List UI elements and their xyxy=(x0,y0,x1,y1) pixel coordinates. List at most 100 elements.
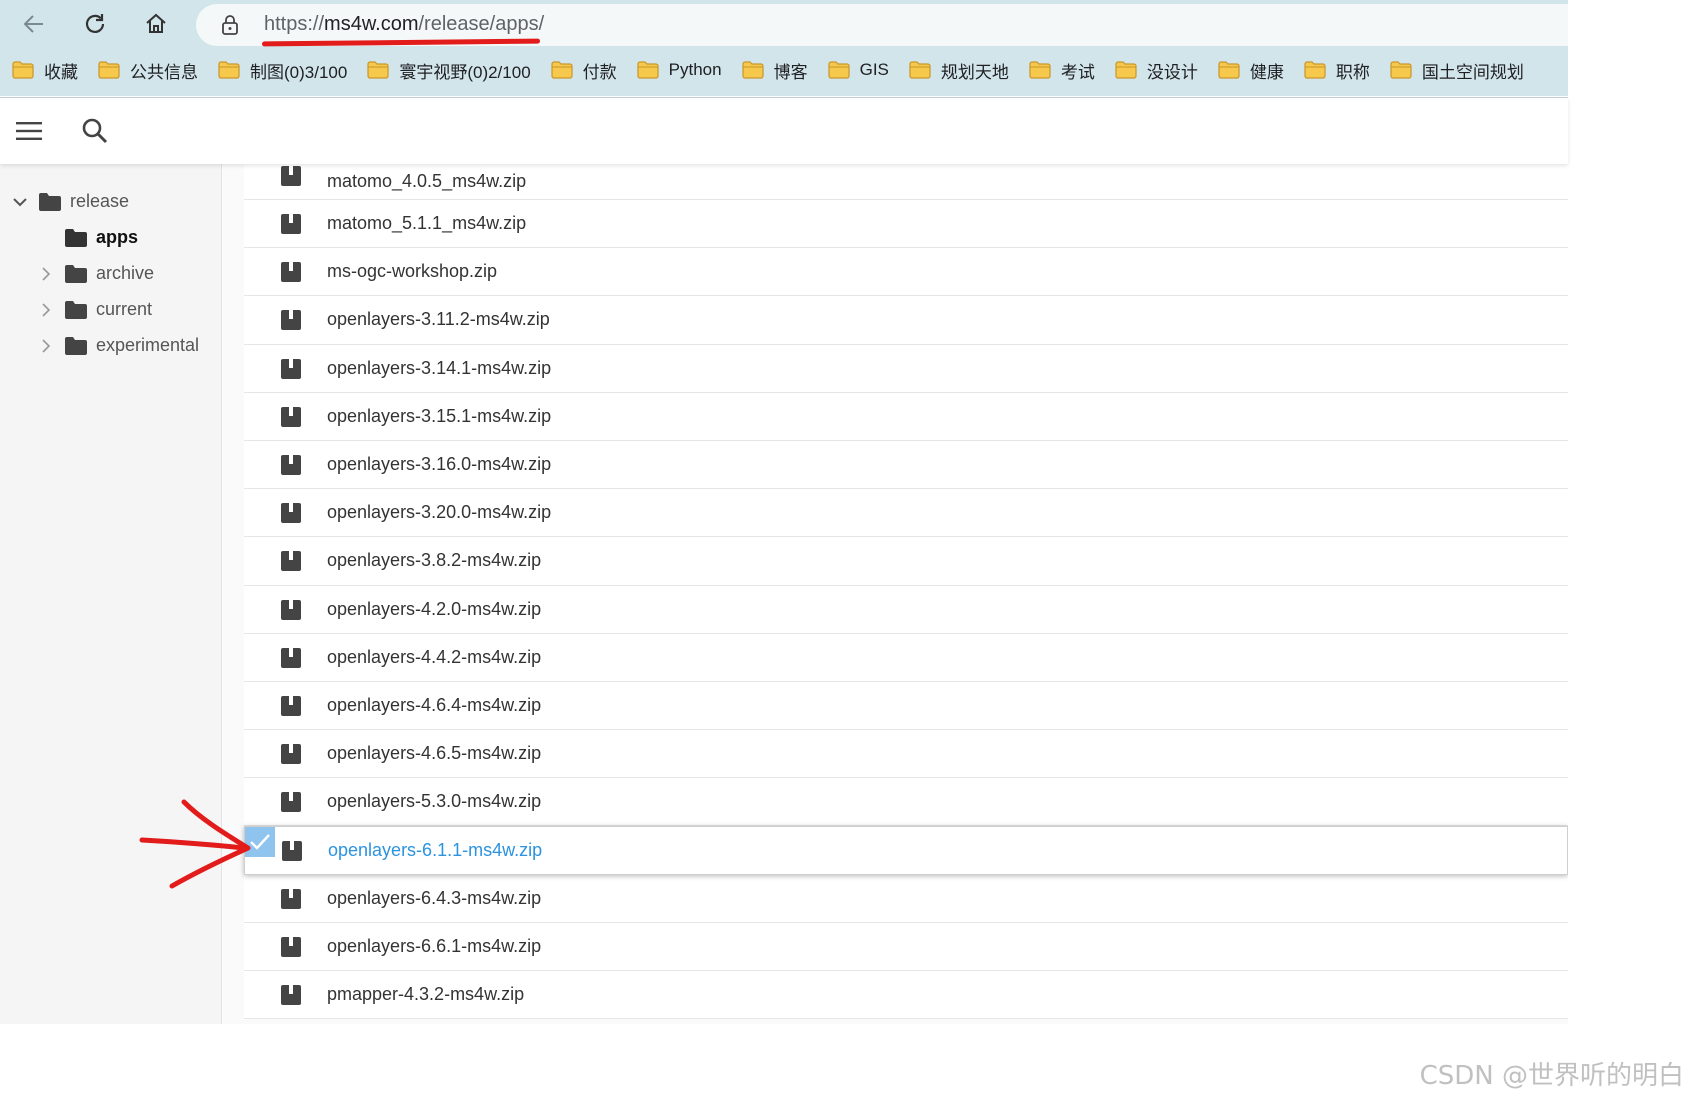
file-name-link[interactable]: openlayers-4.2.0-ms4w.zip xyxy=(327,599,541,620)
archive-file-icon xyxy=(280,888,302,915)
file-row[interactable]: openlayers-3.16.0-ms4w.zip xyxy=(244,440,1568,490)
folder-icon xyxy=(12,61,34,79)
file-row[interactable]: pmapper-4.3.2-ms4w.zip xyxy=(244,971,1568,1020)
file-name-link[interactable]: openlayers-4.4.2-ms4w.zip xyxy=(327,647,541,668)
file-list-pane: matomo_4.0.5_ms4w.zip matomo_5.1.1_ms4w.z… xyxy=(222,164,1568,1024)
tree-node-label: experimental xyxy=(96,335,200,355)
home-button[interactable] xyxy=(136,6,176,42)
file-row[interactable]: openlayers-5.3.0-ms4w.zip xyxy=(244,778,1568,827)
red-underline-annotation xyxy=(261,38,541,47)
file-name-link[interactable]: openlayers-3.11.2-ms4w.zip xyxy=(327,309,550,330)
bookmark-item[interactable]: 规划天地 xyxy=(897,54,1017,86)
folder-icon xyxy=(1218,61,1240,79)
bookmark-label: 付款 xyxy=(582,62,617,82)
bookmark-item[interactable]: 博客 xyxy=(730,54,816,86)
file-row[interactable]: openlayers-4.4.2-ms4w.zip xyxy=(244,633,1568,682)
file-row-selected[interactable]: openlayers-6.1.1-ms4w.zip xyxy=(244,826,1568,875)
bookmark-item[interactable]: 寰宇视野(0)2/100 xyxy=(355,54,538,86)
bookmark-label: 国土空间规划 xyxy=(1421,62,1524,82)
bookmark-item[interactable]: 收藏 xyxy=(0,54,86,86)
url-host: ms4w.com xyxy=(324,13,419,35)
back-arrow-icon xyxy=(23,15,43,33)
tree-node-current[interactable]: current xyxy=(38,299,152,320)
bookmark-item[interactable]: Python xyxy=(625,54,730,86)
archive-file-icon xyxy=(280,454,302,481)
search-button[interactable] xyxy=(80,116,110,151)
folder-icon xyxy=(1115,61,1137,79)
file-row[interactable]: openlayers-3.14.1-ms4w.zip xyxy=(244,344,1568,393)
file-row[interactable]: matomo_4.0.5_ms4w.zip xyxy=(244,164,1568,200)
bookmark-item[interactable]: 国土空间规划 xyxy=(1378,54,1532,86)
address-bar[interactable]: https://ms4w.com/release/apps/ xyxy=(196,4,1568,47)
file-name-link[interactable]: openlayers-3.8.2-ms4w.zip xyxy=(327,550,541,571)
file-row[interactable]: openlayers-4.6.4-ms4w.zip xyxy=(244,681,1568,731)
file-row[interactable]: openlayers-6.4.3-ms4w.zip xyxy=(244,874,1568,923)
chevron-right-icon[interactable] xyxy=(38,338,54,353)
bookmark-label: 制图(0)3/100 xyxy=(250,62,348,82)
file-name-link[interactable]: openlayers-4.6.5-ms4w.zip xyxy=(327,743,541,764)
folder-icon xyxy=(1029,61,1051,79)
file-row[interactable]: ms-ogc-workshop.zip xyxy=(244,248,1568,297)
tree-node-label: apps xyxy=(96,227,139,247)
file-row[interactable]: openlayers-4.6.5-ms4w.zip xyxy=(244,730,1568,779)
file-row[interactable]: openlayers-3.8.2-ms4w.zip xyxy=(244,537,1568,586)
watermark: CSDN @世界听的明白 xyxy=(1419,1061,1684,1091)
bookmark-item[interactable]: GIS xyxy=(816,54,897,86)
archive-file-icon xyxy=(280,213,302,240)
reload-icon xyxy=(85,14,105,33)
reload-button[interactable] xyxy=(75,6,115,42)
tree-node-archive[interactable]: archive xyxy=(38,263,154,284)
file-name-link[interactable]: openlayers-3.14.1-ms4w.zip xyxy=(327,358,551,379)
hamburger-menu-button[interactable] xyxy=(14,119,44,148)
url-text[interactable]: https://ms4w.com/release/apps/ xyxy=(264,13,544,36)
bookmark-item[interactable]: 没设计 xyxy=(1103,54,1206,86)
chevron-right-icon[interactable] xyxy=(38,302,54,317)
file-name-link[interactable]: openlayers-3.16.0-ms4w.zip xyxy=(327,454,551,475)
file-name-link[interactable]: openlayers-4.6.4-ms4w.zip xyxy=(327,695,541,716)
tree-node-label: archive xyxy=(96,263,155,283)
home-icon xyxy=(146,13,166,33)
bookmark-label: 没设计 xyxy=(1146,62,1198,82)
folder-icon xyxy=(65,300,87,319)
bookmark-item[interactable]: 职称 xyxy=(1292,54,1378,86)
file-row[interactable]: openlayers-6.6.1-ms4w.zip xyxy=(244,922,1568,971)
file-row[interactable]: matomo_5.1.1_ms4w.zip xyxy=(244,200,1568,249)
tree-node-release[interactable]: release xyxy=(12,191,129,212)
archive-file-icon xyxy=(281,840,303,867)
chevron-down-icon[interactable] xyxy=(12,197,28,207)
file-row[interactable]: openlayers-3.20.0-ms4w.zip xyxy=(244,489,1568,538)
file-name-link[interactable]: ms-ogc-workshop.zip xyxy=(327,261,497,282)
file-name-link[interactable]: matomo_5.1.1_ms4w.zip xyxy=(327,213,526,234)
file-name-link[interactable]: matomo_4.0.5_ms4w.zip xyxy=(327,171,526,192)
bookmark-item[interactable]: 考试 xyxy=(1017,54,1103,86)
chevron-right-icon[interactable] xyxy=(38,266,54,281)
file-name-link[interactable]: openlayers-5.3.0-ms4w.zip xyxy=(327,791,541,812)
bookmark-label: 寰宇视野(0)2/100 xyxy=(399,62,531,82)
bookmark-item[interactable]: 公共信息 xyxy=(86,54,206,86)
bookmark-item[interactable]: 健康 xyxy=(1206,54,1292,86)
file-name-link[interactable]: pmapper-4.3.2-ms4w.zip xyxy=(327,984,524,1005)
file-name-link[interactable]: openlayers-6.4.3-ms4w.zip xyxy=(327,888,541,909)
url-scheme: https:// xyxy=(264,13,325,35)
file-name-link[interactable]: openlayers-6.6.1-ms4w.zip xyxy=(327,936,541,957)
file-name-link[interactable]: openlayers-6.1.1-ms4w.zip xyxy=(328,840,542,861)
tree-node-label: release xyxy=(70,191,130,211)
file-row[interactable]: openlayers-3.11.2-ms4w.zip xyxy=(244,296,1568,345)
tree-node-experimental[interactable]: experimental xyxy=(38,335,199,356)
archive-file-icon xyxy=(280,647,302,674)
back-button[interactable] xyxy=(14,6,54,42)
archive-file-icon xyxy=(280,406,302,433)
bookmark-item[interactable]: 付款 xyxy=(539,54,625,86)
file-row[interactable]: openlayers-3.15.1-ms4w.zip xyxy=(244,392,1568,441)
bookmark-label: Python xyxy=(668,60,722,79)
bookmark-item[interactable]: 制图(0)3/100 xyxy=(206,54,355,86)
red-arrow-annotation xyxy=(139,799,251,889)
file-row[interactable]: openlayers-4.2.0-ms4w.zip xyxy=(244,585,1568,634)
bookmark-label: GIS xyxy=(859,60,889,79)
search-icon xyxy=(82,118,108,144)
folder-icon xyxy=(1304,61,1326,79)
file-name-link[interactable]: openlayers-3.20.0-ms4w.zip xyxy=(327,502,551,523)
tree-node-apps[interactable]: apps xyxy=(38,227,138,248)
file-name-link[interactable]: openlayers-3.15.1-ms4w.zip xyxy=(327,406,551,427)
app-header xyxy=(0,97,1568,164)
